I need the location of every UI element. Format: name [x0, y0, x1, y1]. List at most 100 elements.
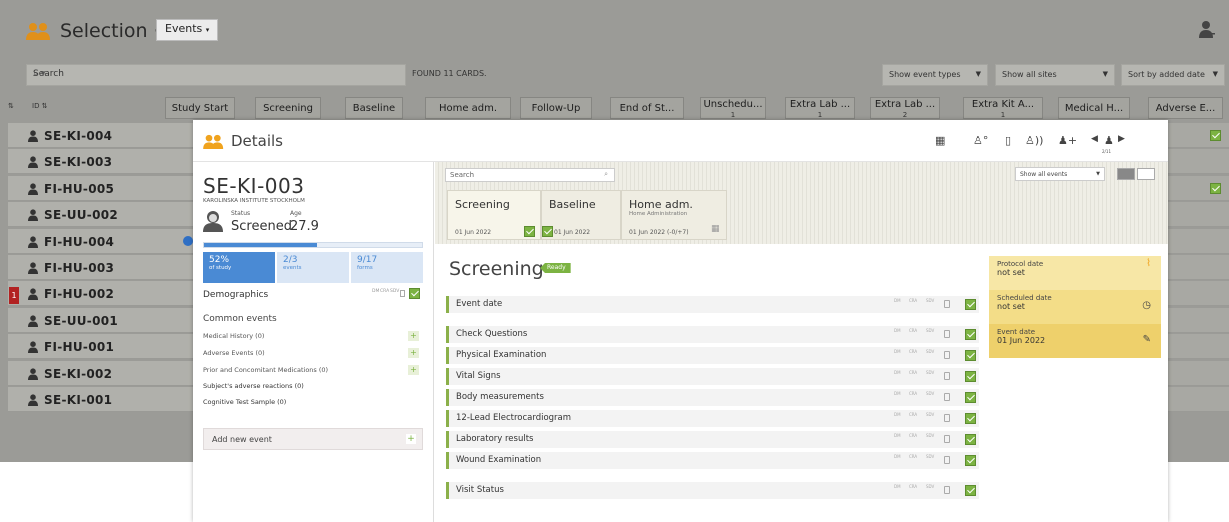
subject-icon [28, 367, 38, 380]
lock-icon [944, 435, 950, 443]
column-end-of-study[interactable]: End of St... [610, 97, 684, 119]
subject-row[interactable]: FI-HU-003 [8, 255, 193, 280]
column-unscheduled[interactable]: Unschedu... 1 [700, 97, 766, 119]
dm-label: DM [894, 349, 901, 354]
audio-icon[interactable]: ♙)) [1025, 134, 1043, 147]
column-baseline[interactable]: Baseline [345, 97, 403, 119]
form-name: Check Questions [456, 329, 528, 339]
cra-label: CRA [909, 484, 918, 489]
avatar [203, 211, 223, 232]
event-search-input[interactable]: Search ⌕ [445, 168, 615, 182]
add-medical-history-button[interactable]: + [408, 331, 419, 341]
next-subject-icon[interactable]: ▶ [1118, 134, 1125, 144]
event-medical-history[interactable]: Medical History (0) [203, 332, 264, 340]
demographics-form[interactable]: Demographics [203, 290, 268, 300]
column-follow-up[interactable]: Follow-Up [520, 97, 592, 119]
add-new-event-button[interactable]: Add new event + [203, 428, 423, 450]
list-view-toggle[interactable] [1137, 168, 1155, 180]
subject-row[interactable]: FI-HU-005 [8, 175, 193, 201]
column-screening[interactable]: Screening [255, 97, 321, 119]
id-column-label[interactable]: ID ⇅ [32, 102, 48, 110]
column-extra-kit[interactable]: Extra Kit A... 1 [963, 97, 1043, 119]
prev-subject-icon[interactable]: ◀ [1091, 134, 1098, 144]
status-label: Status [231, 210, 251, 217]
search-icon: ⌕ [604, 170, 608, 178]
subject-id: SE-KI-004 [44, 129, 113, 143]
subject-row[interactable]: SE-KI-001 [8, 387, 193, 412]
cra-label: CRA [909, 412, 918, 417]
subject-row[interactable]: SE-UU-002 [8, 202, 193, 228]
protocol-date: Protocol date not set ⌇ [989, 256, 1161, 290]
column-adverse-events[interactable]: Adverse E... [1148, 97, 1223, 119]
column-extra-lab-1[interactable]: Extra Lab ... 1 [785, 97, 855, 119]
notification-flag[interactable]: 1 [9, 287, 19, 304]
edit-calendar-icon[interactable]: ✎ [1143, 334, 1151, 345]
event-cognitive-test[interactable]: Cognitive Test Sample (0) [203, 398, 286, 406]
dm-label: DM [372, 289, 380, 294]
event-card-home-adm[interactable]: Home adm. Home Administration 01 Jun 2022 … [621, 190, 727, 240]
search-input[interactable]: Search ⌕ ▾ [26, 64, 406, 86]
form-row[interactable]: 12-Lead Electrocardiogram DM CRA SDV [446, 410, 979, 427]
sdv-label: SDV [926, 412, 935, 417]
clock-icon[interactable]: ◷ [1142, 300, 1151, 311]
subject-id: FI-HU-002 [44, 287, 115, 302]
grid-icon[interactable]: ▦ [935, 134, 945, 147]
dm-label: DM [894, 433, 901, 438]
lock-icon [944, 351, 950, 359]
column-extra-lab-2[interactable]: Extra Lab ... 2 [870, 97, 940, 119]
user-add-icon[interactable] [1199, 20, 1215, 38]
add-medication-button[interactable]: + [408, 365, 419, 375]
found-count: FOUND 11 CARDS. [412, 69, 487, 78]
caret-icon: ▼ [975, 70, 981, 78]
form-row[interactable]: Vital Signs DM CRA SDV [446, 368, 979, 385]
cra-label: CRA [909, 349, 918, 354]
form-row[interactable]: Wound Examination DM CRA SDV [446, 452, 979, 469]
site-filter[interactable]: Show all sites ▼ [995, 64, 1115, 86]
column-home-adm[interactable]: Home adm. [425, 97, 511, 119]
cra-label: CRA [380, 289, 390, 294]
form-row[interactable]: Check Questions DM CRA SDV [446, 326, 979, 343]
subject-icon [28, 394, 38, 406]
cra-label: CRA [909, 298, 918, 303]
mobile-icon[interactable]: ▯ [1005, 134, 1011, 147]
subject-row[interactable]: FI-HU-001 [8, 334, 193, 360]
sort-icon[interactable]: ⇅ [8, 102, 14, 110]
plus-icon: + [406, 434, 416, 444]
sdv-label: SDV [926, 328, 935, 333]
subject-row[interactable]: SE-KI-003 [8, 149, 193, 175]
subject-row[interactable]: FI-HU-004 [8, 228, 193, 254]
subject-row[interactable]: FI-HU-002 [8, 281, 193, 307]
event-prior-medications[interactable]: Prior and Concomitant Medications (0) [203, 366, 328, 374]
calendar-icon[interactable]: ▦ [711, 224, 720, 234]
subject-row[interactable]: SE-KI-002 [8, 360, 193, 386]
user-add-icon[interactable]: ♟+ [1058, 134, 1077, 147]
subject-id: FI-HU-004 [44, 234, 115, 249]
subject-icon [28, 183, 38, 195]
form-row[interactable]: Body measurements DM CRA SDV [446, 389, 979, 406]
add-adverse-event-button[interactable]: + [408, 348, 419, 358]
form-row[interactable]: Visit Status DM CRA SDV [446, 482, 979, 499]
event-card-baseline[interactable]: Baseline 01 Jun 2022 [541, 190, 621, 240]
event-card-screening[interactable]: Screening 01 Jun 2022 [447, 190, 541, 240]
paperclip-icon[interactable]: ⌇ [1146, 258, 1151, 269]
subject-settings-icon[interactable]: ♙° [973, 134, 988, 147]
scheduled-date: Scheduled date not set ◷ [989, 290, 1161, 324]
column-study-start[interactable]: Study Start [165, 97, 235, 119]
event-adverse-events[interactable]: Adverse Events (0) [203, 349, 265, 357]
sort-select[interactable]: Sort by added date ▼ [1121, 64, 1225, 86]
form-name: Wound Examination [456, 455, 542, 465]
events-dropdown[interactable]: Events ▾ [156, 19, 219, 41]
card-view-toggle[interactable] [1117, 168, 1135, 180]
show-events-select[interactable]: Show all events ▼ [1015, 167, 1105, 181]
event-adverse-reactions[interactable]: Subject's adverse reactions (0) [203, 382, 304, 390]
form-row[interactable]: Physical Examination DM CRA SDV [446, 347, 979, 364]
form-name: Laboratory results [456, 434, 534, 444]
subject-row[interactable]: SE-UU-001 [8, 307, 193, 333]
sdv-label: SDV [926, 349, 935, 354]
subject-row[interactable]: SE-KI-004 [8, 123, 193, 148]
form-row[interactable]: Event date DM CRA SDV [446, 296, 979, 313]
column-medical-history[interactable]: Medical H... [1058, 97, 1130, 119]
sdv-label: SDV [926, 298, 935, 303]
form-row[interactable]: Laboratory results DM CRA SDV [446, 431, 979, 448]
event-type-filter[interactable]: Show event types ▼ [882, 64, 988, 86]
